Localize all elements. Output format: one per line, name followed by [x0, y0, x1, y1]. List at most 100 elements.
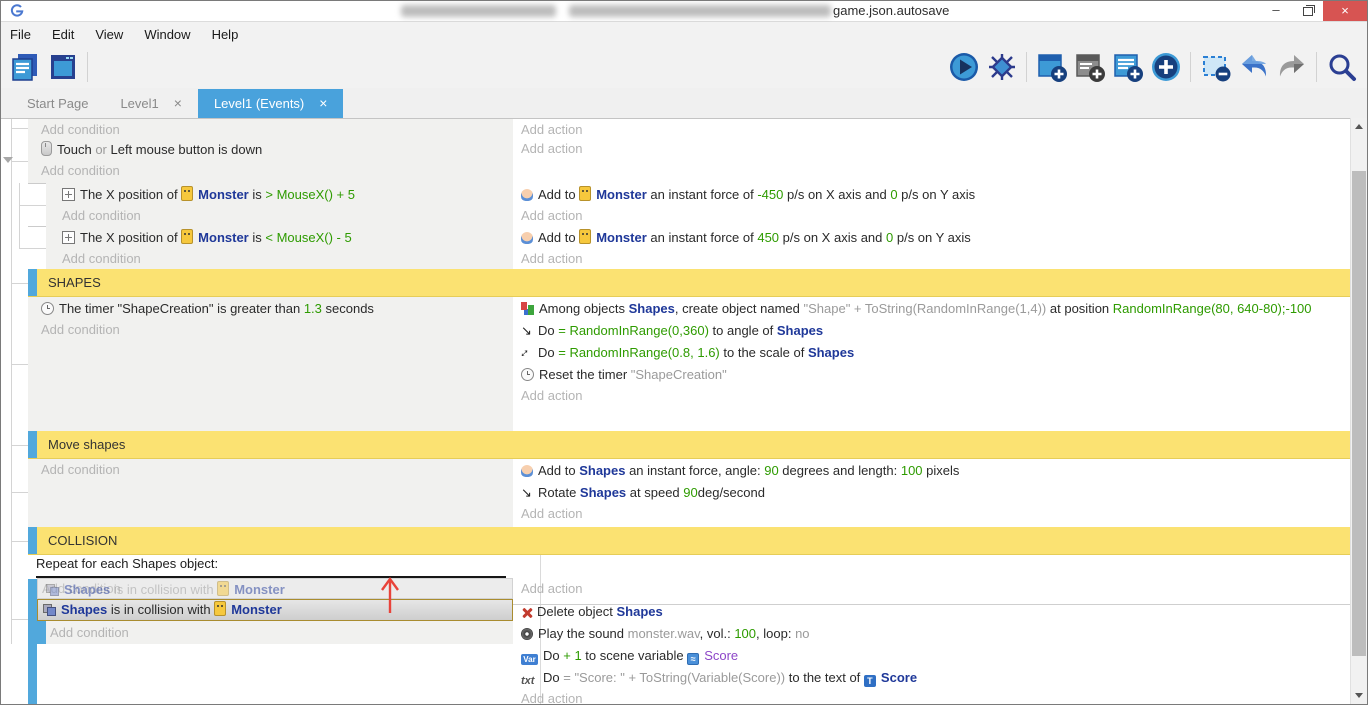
redo-icon[interactable] [1274, 50, 1309, 85]
tab-level1[interactable]: Level1 × [104, 89, 198, 118]
var-icon [521, 654, 538, 665]
tab-label: Start Page [27, 89, 88, 118]
menu-help[interactable]: Help [212, 27, 239, 42]
force-icon [521, 189, 533, 201]
close-icon: × [1341, 3, 1349, 18]
add-action-button[interactable]: Add action [513, 119, 1352, 140]
action-item[interactable]: Do = "Score: " + ToString(Variable(Score… [513, 666, 1352, 689]
comment-text: SHAPES [28, 269, 1352, 290]
tab-start-page[interactable]: Start Page [11, 89, 104, 118]
action-item[interactable]: Add to Monster an instant force of 450 p… [513, 226, 1352, 248]
add-action-button[interactable]: Add action [513, 205, 1352, 226]
add-condition-button[interactable]: Add condition [28, 319, 513, 340]
action-item[interactable]: Add to Shapes an instant force, angle: 9… [513, 459, 1352, 481]
tree-guide [12, 128, 28, 129]
action-item[interactable]: Do = RandomInRange(0.8, 1.6) to the scal… [513, 341, 1352, 363]
minimize-button[interactable]: – [1261, 1, 1291, 21]
add-condition-button[interactable]: Add condition [28, 119, 513, 140]
add-action-button[interactable]: Add action [513, 385, 1352, 406]
undo-icon[interactable] [1236, 50, 1271, 85]
menu-file[interactable]: File [10, 27, 31, 42]
events-sheet: Add condition Add action Touch or Left m… [1, 118, 1352, 704]
event-bar[interactable] [28, 579, 37, 704]
selected-condition[interactable]: Shapes is in collision with Monster [37, 599, 513, 621]
clear-selection-icon[interactable] [1198, 50, 1233, 85]
add-action-button[interactable]: Add action [513, 688, 1352, 704]
search-icon[interactable] [1324, 50, 1359, 85]
add-condition-button[interactable]: Add condition [28, 459, 513, 480]
play-icon[interactable] [946, 50, 981, 85]
scene-editor-icon[interactable] [45, 50, 80, 85]
scroll-up-icon[interactable] [1355, 124, 1363, 129]
repeat-header[interactable]: Repeat for each Shapes object: [36, 556, 218, 571]
vertical-scrollbar[interactable] [1350, 118, 1367, 704]
add-other-event-icon[interactable] [1148, 50, 1183, 85]
add-action-button[interactable]: Add action [513, 248, 1352, 269]
timer-icon [41, 302, 54, 315]
add-condition-button[interactable]: Add condition [46, 248, 513, 269]
add-subevent-icon[interactable] [1110, 50, 1145, 85]
angle-icon [521, 325, 533, 337]
delete-icon [521, 607, 532, 618]
add-condition-button[interactable]: Add condition [28, 160, 513, 181]
monster-icon [181, 186, 193, 201]
title-bar: game.json.autosave – × [1, 1, 1367, 22]
repeat-event-row: Repeat for each Shapes object: Add condi… [28, 555, 1352, 704]
monster-icon [181, 229, 193, 244]
add-condition-button[interactable]: Add condition [37, 622, 135, 643]
monster-icon [579, 229, 591, 244]
dragged-condition-ghost: Add condition Shapes is in collision wit… [37, 578, 513, 599]
timer-icon [521, 368, 534, 381]
scrollbar-thumb[interactable] [1352, 171, 1366, 656]
condition-item[interactable]: The timer "ShapeCreation" is greater tha… [28, 297, 513, 319]
add-comment-icon[interactable] [1072, 50, 1107, 85]
debug-icon[interactable] [984, 50, 1019, 85]
collapse-expander-icon[interactable] [3, 157, 13, 163]
close-icon[interactable]: × [319, 89, 327, 118]
action-item[interactable]: Play the sound monster.wav, vol.: 100, l… [513, 622, 1352, 644]
comment-move-shapes[interactable]: Move shapes [28, 431, 1352, 459]
tab-bar: Start Page Level1 × Level1 (Events) × [1, 88, 1367, 118]
add-action-button[interactable]: Add action [513, 503, 1352, 524]
add-event-icon[interactable] [1034, 50, 1069, 85]
add-condition-button[interactable]: Add condition [46, 205, 513, 226]
tree-guide [12, 364, 28, 365]
tree-guide [12, 541, 28, 542]
scorevar-icon [687, 653, 699, 665]
position-icon [62, 231, 75, 244]
scene-events-editor-icon[interactable] [7, 50, 42, 85]
menu-bar: File Edit View Window Help [1, 22, 1367, 46]
action-item[interactable]: Delete object Shapes [513, 600, 1352, 622]
action-item[interactable]: Add to Monster an instant force of -450 … [513, 183, 1352, 205]
condition-item[interactable]: The X position of Monster is > MouseX() … [46, 183, 513, 205]
add-action-button[interactable]: Add action [513, 138, 1352, 159]
annotation-arrow-up-icon [376, 573, 404, 617]
action-item[interactable]: Do + 1 to scene variable Score [513, 644, 1352, 667]
action-item[interactable]: Among objects Shapes, create object name… [513, 297, 1352, 319]
action-item[interactable]: Reset the timer "ShapeCreation" [513, 363, 1352, 385]
scroll-down-icon[interactable] [1355, 693, 1363, 698]
tab-level1-events[interactable]: Level1 (Events) × [198, 89, 344, 118]
close-button[interactable]: × [1323, 1, 1367, 21]
maximize-button[interactable] [1293, 1, 1323, 21]
tab-label: Level1 [120, 89, 158, 118]
app-logo-icon [7, 3, 25, 18]
menu-view[interactable]: View [95, 27, 123, 42]
force-icon [521, 465, 533, 477]
create-icon [521, 302, 534, 315]
collision-icon [43, 604, 56, 616]
menu-edit[interactable]: Edit [52, 27, 74, 42]
condition-item[interactable]: Touch or Left mouse button is down [28, 138, 513, 160]
comment-shapes[interactable]: SHAPES [28, 269, 1352, 297]
event-row: The timer "ShapeCreation" is greater tha… [28, 297, 1352, 432]
sub-event-row: The X position of Monster is < MouseX() … [28, 226, 1352, 270]
monster-icon [579, 186, 591, 201]
action-item[interactable]: Rotate Shapes at speed 90deg/second [513, 481, 1352, 503]
comment-collision[interactable]: COLLISION [28, 527, 1352, 555]
close-icon[interactable]: × [174, 89, 182, 118]
condition-item[interactable]: The X position of Monster is < MouseX() … [46, 226, 513, 248]
menu-window[interactable]: Window [144, 27, 190, 42]
redacted-text [569, 5, 831, 17]
action-item[interactable]: Do = RandomInRange(0,360) to angle of Sh… [513, 319, 1352, 341]
tree-guide [12, 161, 28, 162]
